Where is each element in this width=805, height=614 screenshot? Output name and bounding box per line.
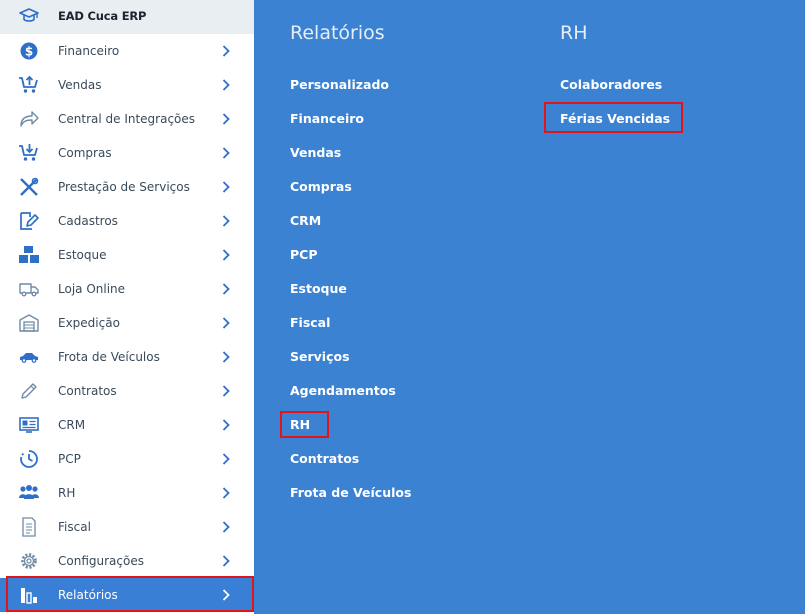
chevron-right-icon <box>220 43 232 59</box>
sidebar-item-label: Fiscal <box>58 520 91 534</box>
report-link-financeiro[interactable]: Financeiro <box>290 111 364 126</box>
sidebar-item-pcp[interactable]: PCP <box>0 442 254 476</box>
sidebar-item-label: CRM <box>58 418 86 432</box>
report-link-contratos[interactable]: Contratos <box>290 451 359 466</box>
highlight-box-ferias-vencidas <box>544 102 683 133</box>
users-icon <box>18 483 40 503</box>
sidebar-item-configuracoes[interactable]: Configurações <box>0 544 254 578</box>
chevron-right-icon <box>220 213 232 229</box>
chevron-right-icon <box>220 349 232 365</box>
sidebar-item-vendas[interactable]: Vendas <box>0 68 254 102</box>
pen-icon <box>18 381 40 401</box>
report-link-crm[interactable]: CRM <box>290 213 321 228</box>
rh-link-colaboradores[interactable]: Colaboradores <box>560 77 662 92</box>
chevron-right-icon <box>220 281 232 297</box>
share-arrow-icon <box>18 109 40 129</box>
sidebar-item-label: Loja Online <box>58 282 126 296</box>
sidebar-item-fiscal[interactable]: Fiscal <box>0 510 254 544</box>
chevron-right-icon <box>220 111 232 127</box>
sidebar-item-label: Financeiro <box>58 44 120 58</box>
graduation-cap-icon <box>19 7 39 25</box>
sidebar-item-label: Compras <box>58 146 112 160</box>
report-link-personalizado[interactable]: Personalizado <box>290 77 389 92</box>
cart-down-icon <box>18 143 40 163</box>
id-card-icon <box>18 415 40 435</box>
chevron-right-icon <box>220 451 232 467</box>
reports-column-title: Relatórios <box>290 22 385 44</box>
dollar-icon: $ <box>18 41 40 61</box>
sidebar: EAD Cuca ERP $ Financeiro Vendas Central… <box>0 0 254 614</box>
sidebar-item-estoque[interactable]: Estoque <box>0 238 254 272</box>
warehouse-icon <box>18 313 40 333</box>
report-link-pcp[interactable]: PCP <box>290 247 318 262</box>
sidebar-item-label: Vendas <box>58 78 102 92</box>
chevron-right-icon <box>220 553 232 569</box>
sidebar-item-contratos[interactable]: Contratos <box>0 374 254 408</box>
sidebar-item-label: Contratos <box>58 384 117 398</box>
highlight-box-relatorios <box>6 576 254 612</box>
sidebar-item-prestacao-servicos[interactable]: Prestação de Serviços <box>0 170 254 204</box>
sidebar-item-label: PCP <box>58 452 81 466</box>
report-link-vendas[interactable]: Vendas <box>290 145 341 160</box>
sidebar-item-frota-veiculos[interactable]: Frota de Veículos <box>0 340 254 374</box>
tools-icon <box>18 177 40 197</box>
car-icon <box>18 347 40 367</box>
sidebar-item-label: RH <box>58 486 76 500</box>
sidebar-item-label: Prestação de Serviços <box>58 180 190 194</box>
sidebar-item-expedicao[interactable]: Expedição <box>0 306 254 340</box>
sidebar-item-label: Cadastros <box>58 214 118 228</box>
chevron-right-icon <box>220 383 232 399</box>
sidebar-item-rh[interactable]: RH <box>0 476 254 510</box>
sidebar-item-label: Frota de Veículos <box>58 350 160 364</box>
sidebar-item-crm[interactable]: CRM <box>0 408 254 442</box>
chevron-right-icon <box>220 315 232 331</box>
sidebar-item-financeiro[interactable]: $ Financeiro <box>0 34 254 68</box>
sidebar-header: EAD Cuca ERP <box>0 0 254 34</box>
svg-text:$: $ <box>25 44 33 58</box>
chevron-right-icon <box>220 485 232 501</box>
sidebar-item-loja-online[interactable]: Loja Online <box>0 272 254 306</box>
sidebar-item-label: Estoque <box>58 248 107 262</box>
reports-flyout-panel: Relatórios RH Personalizado Financeiro V… <box>254 0 805 614</box>
sidebar-item-cadastros[interactable]: Cadastros <box>0 204 254 238</box>
chevron-right-icon <box>220 417 232 433</box>
report-link-agendamentos[interactable]: Agendamentos <box>290 383 396 398</box>
truck-icon <box>18 279 40 299</box>
boxes-icon <box>18 245 40 265</box>
chevron-right-icon <box>220 247 232 263</box>
gear-icon <box>18 551 40 571</box>
report-link-frota-veiculos[interactable]: Frota de Veículos <box>290 485 411 500</box>
sidebar-item-central-integracoes[interactable]: Central de Integrações <box>0 102 254 136</box>
cart-up-icon <box>18 75 40 95</box>
report-link-estoque[interactable]: Estoque <box>290 281 347 296</box>
clock-icon <box>18 449 40 469</box>
document-icon <box>18 517 40 537</box>
sidebar-item-compras[interactable]: Compras <box>0 136 254 170</box>
sidebar-item-label: Expedição <box>58 316 120 330</box>
report-link-compras[interactable]: Compras <box>290 179 352 194</box>
rh-column-title: RH <box>560 22 588 44</box>
chevron-right-icon <box>220 519 232 535</box>
chevron-right-icon <box>220 145 232 161</box>
report-link-fiscal[interactable]: Fiscal <box>290 315 330 330</box>
app-title[interactable]: EAD Cuca ERP <box>58 9 146 23</box>
report-link-servicos[interactable]: Serviços <box>290 349 350 364</box>
chevron-right-icon <box>220 77 232 93</box>
highlight-box-rh <box>280 411 329 438</box>
edit-icon <box>18 211 40 231</box>
sidebar-item-label: Configurações <box>58 554 144 568</box>
chevron-right-icon <box>220 179 232 195</box>
sidebar-item-label: Central de Integrações <box>58 112 196 126</box>
